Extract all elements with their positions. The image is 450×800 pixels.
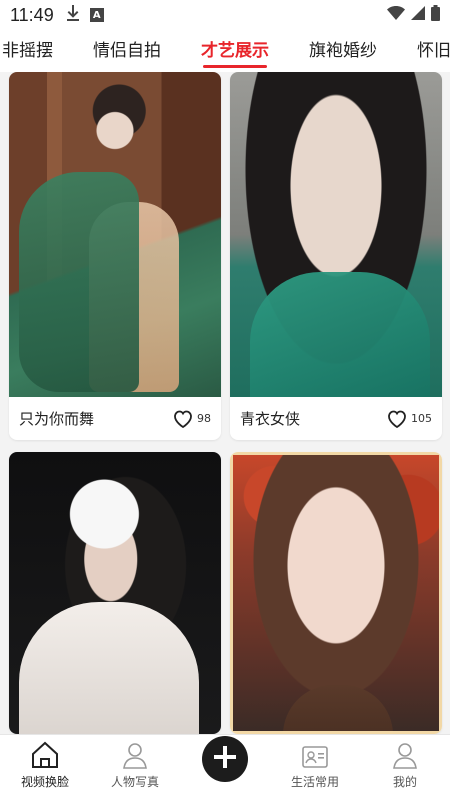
nav-label: 视频换脸	[20, 775, 69, 789]
video-card[interactable]: 青衣女侠 105	[230, 72, 442, 440]
video-thumbnail[interactable]	[230, 72, 442, 397]
video-thumbnail[interactable]	[230, 452, 442, 734]
home-icon	[30, 741, 60, 769]
nav-label: 人物写真	[110, 775, 159, 789]
heart-icon	[387, 410, 407, 428]
nav-create[interactable]	[180, 736, 270, 790]
like-count: 105	[411, 412, 432, 425]
video-card[interactable]: 只为你而舞 98	[9, 72, 221, 440]
video-card[interactable]	[9, 452, 221, 734]
video-thumbnail[interactable]	[9, 72, 221, 397]
wifi-icon	[387, 5, 405, 25]
nav-label: 生活常用	[290, 775, 339, 789]
card-meta: 只为你而舞 98	[9, 397, 221, 440]
video-grid: 只为你而舞 98 青衣女侠 105	[0, 72, 450, 734]
nav-label: 我的	[392, 775, 417, 789]
card-title: 青衣女侠	[240, 410, 301, 428]
category-tabs: 非摇摆 情侣自拍 才艺展示 旗袍婚纱 怀旧经	[0, 30, 450, 72]
heart-icon	[173, 410, 193, 428]
status-bar: 11:49 A	[0, 0, 450, 30]
tab-dance-swing[interactable]: 非摇摆	[0, 30, 73, 72]
video-card[interactable]	[230, 452, 442, 734]
like-button[interactable]: 105	[387, 410, 432, 428]
like-button[interactable]: 98	[173, 410, 211, 428]
video-thumbnail[interactable]	[9, 452, 221, 734]
signal-icon	[411, 5, 425, 25]
status-right-icons	[387, 4, 440, 26]
like-count: 98	[197, 412, 211, 425]
tab-talent-show[interactable]: 才艺展示	[181, 30, 289, 72]
card-meta: 青衣女侠 105	[230, 397, 442, 440]
nav-video-face-swap[interactable]: 视频换脸	[0, 741, 90, 790]
status-left-icons: A	[66, 5, 104, 25]
portrait-icon	[122, 741, 148, 769]
id-card-icon	[301, 745, 329, 769]
battery-icon	[431, 4, 440, 26]
bottom-nav: 视频换脸 人物写真 生活常用 我的	[0, 734, 450, 800]
create-button[interactable]	[202, 736, 248, 782]
tab-qipao-wedding[interactable]: 旗袍婚纱	[289, 30, 397, 72]
tab-nostalgia[interactable]: 怀旧经	[397, 30, 450, 72]
download-icon	[66, 5, 80, 25]
tab-couple-selfie[interactable]: 情侣自拍	[73, 30, 181, 72]
plus-icon	[214, 746, 236, 772]
notification-a-icon: A	[89, 8, 104, 22]
user-icon	[392, 741, 418, 769]
nav-me[interactable]: 我的	[360, 741, 450, 790]
nav-daily-tools[interactable]: 生活常用	[270, 745, 360, 790]
card-title: 只为你而舞	[19, 410, 95, 428]
nav-portrait[interactable]: 人物写真	[90, 741, 180, 790]
status-time: 11:49	[10, 4, 54, 25]
